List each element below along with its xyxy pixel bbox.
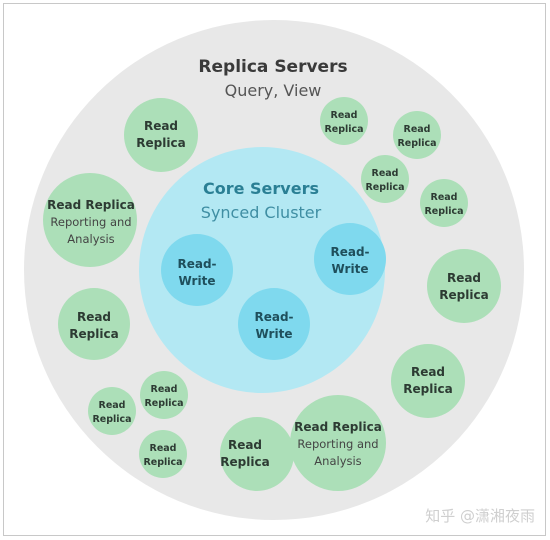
svg-text:Write: Write [256,327,293,341]
reporting-replica-node: Read Replica Reporting and Analysis [43,173,137,267]
svg-text:Replica: Replica [69,327,118,341]
svg-text:Read: Read [431,192,458,203]
read-replica-node: Read Replica [124,98,198,172]
svg-text:Read: Read [77,310,111,324]
svg-text:Replica: Replica [143,457,182,468]
read-write-node: Read- Write [314,223,386,295]
read-replica-node: Read Replica [391,344,465,418]
svg-text:Read: Read [228,438,262,452]
svg-text:Read: Read [404,124,431,135]
small-read-replica-node: Read Replica [139,430,187,478]
read-replica-node: Read Replica [427,249,501,323]
svg-text:Replica: Replica [324,124,363,135]
small-read-replica-node: Read Replica [393,111,441,159]
svg-text:Analysis: Analysis [67,232,114,246]
svg-text:Read: Read [447,271,481,285]
svg-text:Read-: Read- [254,310,293,324]
svg-text:Analysis: Analysis [314,454,361,468]
svg-text:Write: Write [332,262,369,276]
read-write-node: Read- Write [161,234,233,306]
small-read-replica-node: Read Replica [140,371,188,419]
svg-text:Read: Read [372,168,399,179]
small-read-replica-node: Read Replica [320,97,368,145]
svg-text:Read: Read [144,119,178,133]
svg-text:Read: Read [99,400,126,411]
svg-text:Replica: Replica [365,182,404,193]
svg-text:Replica: Replica [92,414,131,425]
svg-text:Reporting and: Reporting and [50,215,131,229]
svg-text:Replica: Replica [403,382,452,396]
read-replica-node: Read Replica [58,288,130,360]
svg-text:Replica: Replica [144,398,183,409]
svg-text:Read Replica: Read Replica [47,198,135,212]
svg-text:Read: Read [331,110,358,121]
small-read-replica-node: Read Replica [420,179,468,227]
watermark: 知乎 @潇湘夜雨 [425,507,535,525]
small-read-replica-node: Read Replica [88,387,136,435]
svg-text:Read-: Read- [177,257,216,271]
core-servers-subtitle: Synced Cluster [201,203,322,222]
replica-servers-title: Replica Servers [198,57,347,77]
small-read-replica-node: Read Replica [361,155,409,203]
svg-text:Replica: Replica [136,136,185,150]
svg-text:Replica: Replica [439,288,488,302]
svg-text:Reporting and: Reporting and [297,437,378,451]
replication-diagram: Replica Servers Query, View Core Servers… [3,3,546,536]
reporting-replica-node: Read Replica Reporting and Analysis [290,395,386,491]
core-servers-title: Core Servers [203,179,319,198]
svg-text:Read: Read [150,443,177,454]
svg-text:Replica: Replica [220,455,269,469]
svg-text:Replica: Replica [397,138,436,149]
svg-text:Read-: Read- [330,245,369,259]
read-replica-node: Read Replica [220,417,294,491]
svg-text:Write: Write [179,274,216,288]
svg-text:Read: Read [411,365,445,379]
svg-text:Replica: Replica [424,206,463,217]
svg-text:Read: Read [151,384,178,395]
replica-servers-subtitle: Query, View [225,81,322,100]
svg-text:Read Replica: Read Replica [294,420,382,434]
read-write-node: Read- Write [238,288,310,360]
